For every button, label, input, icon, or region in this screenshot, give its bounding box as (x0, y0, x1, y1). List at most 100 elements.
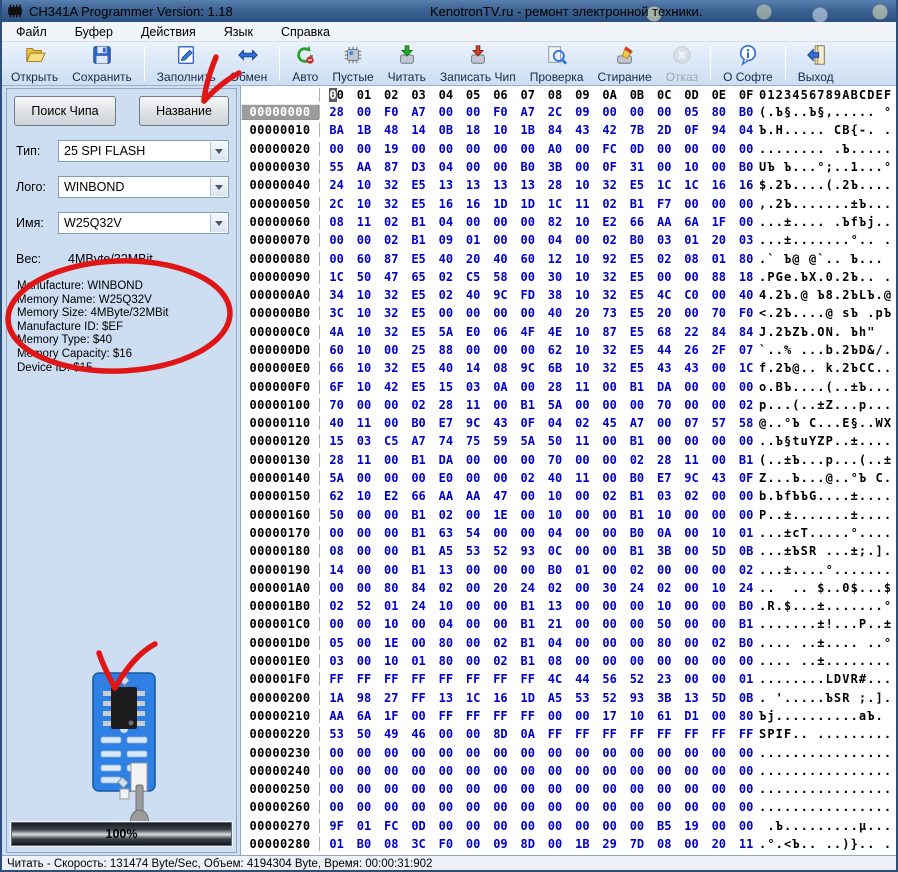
hex-byte[interactable]: 08 (378, 837, 405, 851)
hex-row-bytes[interactable]: 02520124100000B113000000100000B0 (319, 599, 759, 613)
hex-byte[interactable]: 00 (487, 343, 514, 357)
hex-byte[interactable]: 32 (596, 288, 623, 302)
hex-byte[interactable]: 93 (623, 691, 650, 705)
hex-byte[interactable]: 19 (378, 142, 405, 156)
hex-byte[interactable]: 00 (569, 142, 596, 156)
hex-byte[interactable]: 5A (323, 471, 350, 485)
toolbar-button-write-chip[interactable]: Записать Чип (433, 42, 523, 85)
hex-byte[interactable]: 04 (432, 617, 459, 631)
hex-row[interactable]: 0000025000000000000000000000000000000000… (241, 780, 896, 798)
hex-byte[interactable]: 10 (487, 123, 514, 137)
hex-byte[interactable]: 26 (678, 343, 705, 357)
hex-byte[interactable]: 10 (378, 654, 405, 668)
hex-byte[interactable]: 00 (432, 782, 459, 796)
hex-byte[interactable]: 00 (487, 142, 514, 156)
hex-byte[interactable]: 9C (459, 416, 486, 430)
hex-byte[interactable]: 40 (732, 288, 759, 302)
hex-byte[interactable]: 00 (596, 563, 623, 577)
hex-byte[interactable]: B1 (514, 398, 541, 412)
hex-byte[interactable]: 00 (350, 782, 377, 796)
menu-item-3[interactable]: Действия (127, 23, 210, 41)
hex-byte[interactable]: 47 (378, 270, 405, 284)
hex-row-bytes[interactable]: 00001000040000B121000000500000B1 (319, 617, 759, 631)
hex-byte[interactable]: 00 (405, 709, 432, 723)
hex-byte[interactable]: 32 (596, 178, 623, 192)
hex-byte[interactable]: 00 (678, 508, 705, 522)
hex-byte[interactable]: 98 (350, 691, 377, 705)
hex-byte[interactable]: 10 (432, 599, 459, 613)
hex-byte[interactable]: 04 (732, 123, 759, 137)
hex-byte[interactable]: 49 (378, 727, 405, 741)
hex-byte[interactable]: 00 (678, 837, 705, 851)
hex-byte[interactable]: 00 (651, 270, 678, 284)
hex-byte[interactable]: 80 (432, 654, 459, 668)
hex-byte[interactable]: 1C (323, 270, 350, 284)
hex-byte[interactable]: A7 (514, 105, 541, 119)
hex-byte[interactable]: 84 (405, 581, 432, 595)
hex-byte[interactable]: 00 (487, 526, 514, 540)
hex-byte[interactable]: 00 (405, 142, 432, 156)
hex-row[interactable]: 00000010BA1B48140B18101B8443427B2D0F9404… (241, 121, 896, 139)
hex-row[interactable]: 00000160500000B102001E00100000B110000000… (241, 506, 896, 524)
hex-byte[interactable]: 11 (350, 215, 377, 229)
hex-byte[interactable]: 00 (569, 617, 596, 631)
hex-byte[interactable]: 00 (623, 636, 650, 650)
hex-byte[interactable]: 00 (623, 654, 650, 668)
hex-byte[interactable]: 00 (678, 636, 705, 650)
hex-byte[interactable]: 11 (350, 416, 377, 430)
hex-row-bytes[interactable]: 281100B1DA00000070000002281100B1 (319, 453, 759, 467)
hex-row[interactable]: 0000023000000000000000000000000000000000… (241, 743, 896, 761)
hex-byte[interactable]: FF (541, 727, 568, 741)
toolbar-button-read-chip[interactable]: Читать (381, 42, 433, 85)
hex-byte[interactable]: 02 (432, 270, 459, 284)
hex-byte[interactable]: FF (459, 709, 486, 723)
hex-byte[interactable]: 00 (459, 654, 486, 668)
hex-byte[interactable]: 13 (432, 563, 459, 577)
hex-byte[interactable]: 00 (651, 782, 678, 796)
hex-row[interactable]: 0000010070000002281100B15A00000070000002… (241, 396, 896, 414)
hex-byte[interactable]: B1 (623, 508, 650, 522)
hex-byte[interactable]: F0 (432, 837, 459, 851)
hex-byte[interactable]: 00 (378, 508, 405, 522)
hex-byte[interactable]: 03 (350, 434, 377, 448)
hex-byte[interactable]: 11 (459, 398, 486, 412)
hex-byte[interactable]: B0 (732, 599, 759, 613)
hex-byte[interactable]: 00 (732, 215, 759, 229)
hex-byte[interactable]: 00 (432, 105, 459, 119)
hex-byte[interactable]: 00 (323, 252, 350, 266)
hex-byte[interactable]: 3B (541, 160, 568, 174)
hex-byte[interactable]: 00 (405, 746, 432, 760)
hex-byte[interactable]: 01 (732, 526, 759, 540)
hex-byte[interactable]: 17 (596, 709, 623, 723)
hex-byte[interactable]: 20 (487, 581, 514, 595)
hex-byte[interactable]: 00 (459, 105, 486, 119)
hex-byte[interactable]: 00 (678, 398, 705, 412)
hex-byte[interactable]: 14 (405, 123, 432, 137)
hex-byte[interactable]: 10 (569, 215, 596, 229)
hex-byte[interactable]: 00 (323, 800, 350, 814)
hex-byte[interactable]: B0 (732, 636, 759, 650)
hex-byte[interactable]: 00 (378, 764, 405, 778)
hex-byte[interactable]: E0 (459, 325, 486, 339)
hex-byte[interactable]: FF (514, 672, 541, 686)
hex-row-bytes[interactable]: 03001001800002B10800000000000000 (319, 654, 759, 668)
hex-byte[interactable]: 00 (514, 508, 541, 522)
hex-row-bytes[interactable]: AA6A1F00FFFFFFFF0000171061D10080 (319, 709, 759, 723)
hex-row[interactable]: 000000002800F0A70000F0A72C090000000580B0… (241, 103, 896, 121)
hex-byte[interactable]: FF (405, 672, 432, 686)
hex-byte[interactable]: 40 (432, 361, 459, 375)
hex-byte[interactable]: 3B (651, 544, 678, 558)
hex-byte[interactable]: 03 (651, 233, 678, 247)
hex-byte[interactable]: 4E (541, 325, 568, 339)
hex-byte[interactable]: 5A (432, 325, 459, 339)
hex-row-bytes[interactable]: 01B0083CF000098D001B297D08002011 (319, 837, 759, 851)
hex-row[interactable]: 000000901C50476502C55800301032E500008818… (241, 268, 896, 286)
hex-byte[interactable]: 58 (732, 416, 759, 430)
hex-byte[interactable]: 40 (459, 288, 486, 302)
toolbar-button-erase[interactable]: Стирание (590, 42, 658, 85)
hex-byte[interactable]: 75 (459, 434, 486, 448)
hex-row-bytes[interactable]: 0000190000000000A000FC0D00000000 (319, 142, 759, 156)
hex-byte[interactable]: 32 (596, 270, 623, 284)
hex-byte[interactable]: 40 (432, 252, 459, 266)
hex-byte[interactable]: 00 (678, 270, 705, 284)
